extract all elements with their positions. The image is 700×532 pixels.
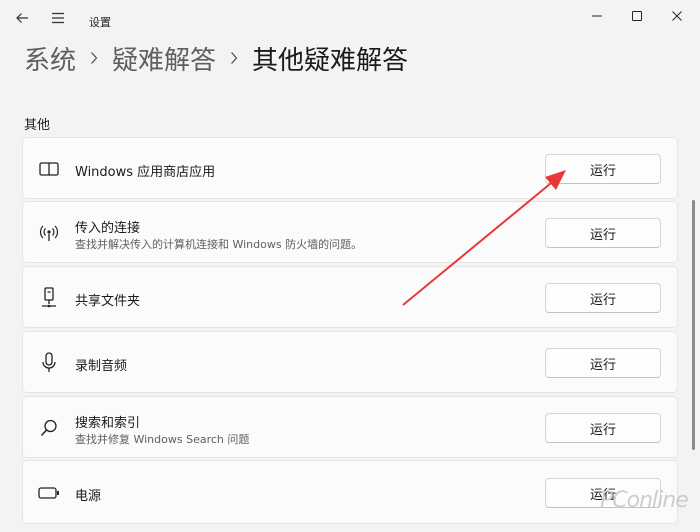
- annotation-arrow: [402, 170, 566, 306]
- watermark: PConline: [600, 488, 689, 513]
